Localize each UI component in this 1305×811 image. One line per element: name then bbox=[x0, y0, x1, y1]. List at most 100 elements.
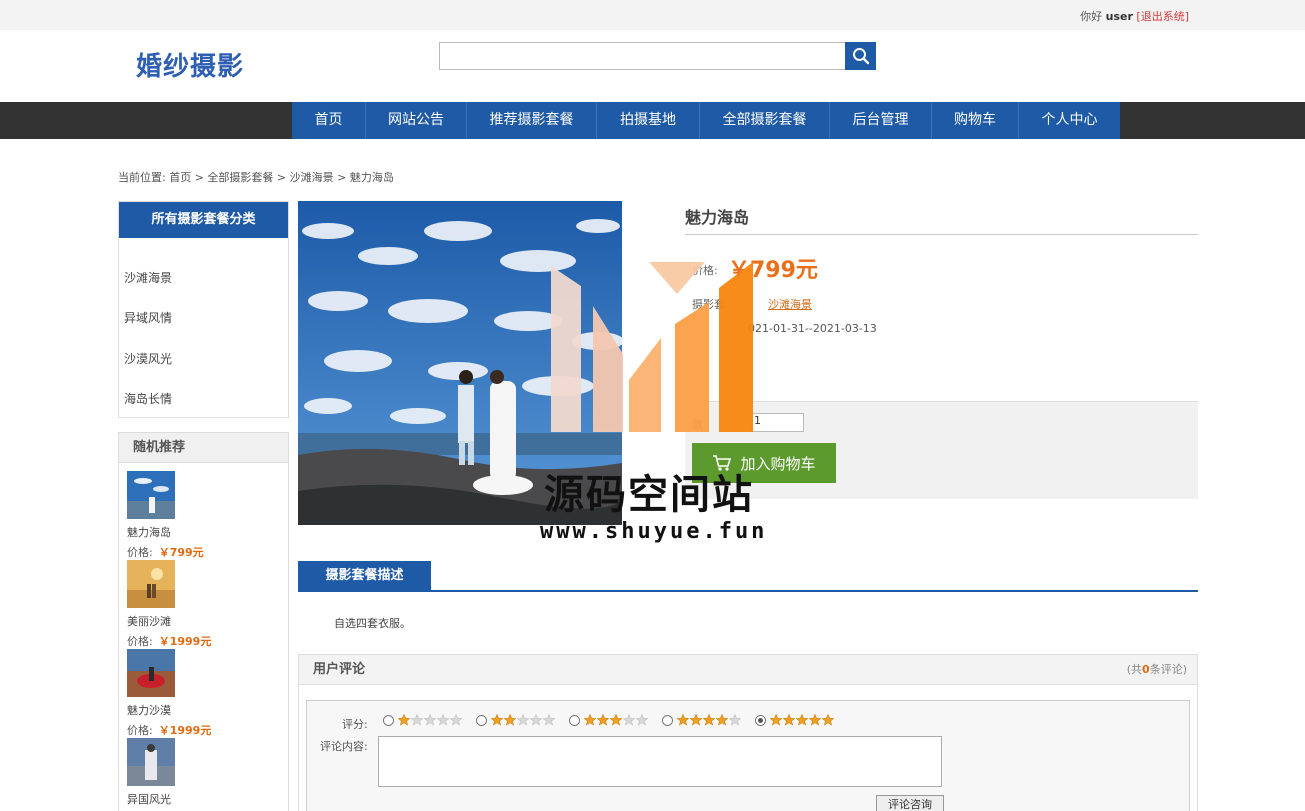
recommend-name[interactable]: 美丽沙滩 bbox=[127, 613, 211, 629]
star-empty-icon bbox=[623, 714, 635, 726]
site-logo[interactable]: 婚纱摄影 bbox=[136, 46, 244, 83]
star-empty-icon bbox=[530, 714, 542, 726]
star-empty-icon bbox=[437, 714, 449, 726]
search-icon bbox=[852, 48, 869, 65]
nav-locations[interactable]: 拍摄基地 bbox=[597, 102, 700, 139]
rating-radio[interactable] bbox=[476, 714, 487, 726]
recommend-name[interactable]: 异国风光 bbox=[127, 791, 175, 807]
logout-link[interactable]: [退出系统] bbox=[1136, 10, 1189, 23]
star-filled-icon bbox=[716, 714, 728, 726]
category-link[interactable]: 沙滩海景 bbox=[768, 296, 812, 312]
star-filled-icon bbox=[796, 714, 808, 726]
description-text: 自选四套衣服。 bbox=[334, 617, 411, 630]
stars-1 bbox=[398, 714, 462, 726]
watermark-url: www.shuyue.fun bbox=[540, 519, 768, 544]
search-button[interactable] bbox=[845, 42, 876, 70]
recommend-name[interactable]: 魅力沙漠 bbox=[127, 702, 211, 718]
star-filled-icon bbox=[584, 714, 596, 726]
rating-option-4[interactable] bbox=[662, 714, 741, 726]
rating-option-1[interactable] bbox=[383, 714, 462, 726]
package-thumbnail[interactable] bbox=[127, 649, 175, 697]
recommend-price: 价格: ￥1999元 bbox=[127, 633, 211, 649]
star-filled-icon bbox=[690, 714, 702, 726]
category-panel-title: 所有摄影套餐分类 bbox=[119, 202, 288, 238]
star-filled-icon bbox=[809, 714, 821, 726]
rating-radio[interactable] bbox=[662, 714, 673, 726]
star-filled-icon bbox=[783, 714, 795, 726]
greeting-text: 你好 bbox=[1080, 10, 1103, 23]
submit-review-button[interactable]: 评论咨询 bbox=[876, 795, 944, 811]
star-empty-icon bbox=[517, 714, 529, 726]
star-empty-icon bbox=[543, 714, 555, 726]
star-empty-icon bbox=[450, 714, 462, 726]
package-thumbnail[interactable] bbox=[127, 738, 175, 786]
package-thumbnail[interactable] bbox=[127, 471, 175, 519]
star-empty-icon bbox=[411, 714, 423, 726]
user-greeting: 你好 user [退出系统] bbox=[1080, 8, 1189, 24]
nav-home[interactable]: 首页 bbox=[292, 102, 366, 139]
main-nav-bar: 首页 网站公告 推荐摄影套餐 拍摄基地 全部摄影套餐 后台管理 购物车 个人中心 bbox=[0, 102, 1305, 139]
rating-label: 评分: bbox=[342, 718, 368, 731]
recommend-item[interactable]: 魅力沙漠 价格: ￥1999元 bbox=[127, 649, 211, 738]
rating-radio[interactable] bbox=[569, 714, 580, 726]
price-value: ￥1999元 bbox=[158, 635, 212, 648]
recommend-item[interactable]: 美丽沙滩 价格: ￥1999元 bbox=[127, 560, 211, 649]
recommend-panel: 随机推荐 魅力海岛 价格: ￥799元 美丽沙滩 价格: ￥1999元 魅力沙漠 价… bbox=[118, 432, 289, 811]
review-count: (共0条评论) bbox=[1127, 655, 1187, 685]
nav-user-center[interactable]: 个人中心 bbox=[1019, 102, 1120, 139]
breadcrumb: 当前位置: 首页 > 全部摄影套餐 > 沙滩海景 > 魅力海岛 bbox=[118, 171, 394, 184]
category-item[interactable]: 沙漠风光 bbox=[124, 350, 172, 367]
rating-option-5[interactable] bbox=[755, 714, 834, 726]
product-title: 魅力海岛 bbox=[685, 208, 750, 227]
watermark-logo bbox=[551, 262, 753, 432]
rating-option-2[interactable] bbox=[476, 714, 555, 726]
star-empty-icon bbox=[729, 714, 741, 726]
recommend-price: 价格: ￥799元 bbox=[127, 544, 204, 560]
rating-option-3[interactable] bbox=[569, 714, 648, 726]
star-filled-icon bbox=[610, 714, 622, 726]
stars-5 bbox=[770, 714, 834, 726]
stars-4 bbox=[677, 714, 741, 726]
star-empty-icon bbox=[424, 714, 436, 726]
tab-description[interactable]: 摄影套餐描述 bbox=[298, 561, 431, 591]
count-suffix: 条评论) bbox=[1149, 663, 1187, 676]
category-item[interactable]: 异域风情 bbox=[124, 309, 172, 326]
stars-3 bbox=[584, 714, 648, 726]
nav-all-packages[interactable]: 全部摄影套餐 bbox=[700, 102, 830, 139]
star-empty-icon bbox=[636, 714, 648, 726]
category-item[interactable]: 沙滩海景 bbox=[124, 269, 172, 286]
rating-radio[interactable] bbox=[383, 714, 394, 726]
recommend-price: 价格: ￥1999元 bbox=[127, 722, 211, 738]
description-tabbar bbox=[298, 561, 1198, 592]
package-thumbnail[interactable] bbox=[127, 560, 175, 608]
recommend-item[interactable]: 魅力海岛 价格: ￥799元 bbox=[127, 471, 204, 560]
recommend-item[interactable]: 异国风光 bbox=[127, 738, 175, 807]
star-filled-icon bbox=[597, 714, 609, 726]
price-label: 价格: bbox=[127, 724, 153, 737]
count-prefix: (共 bbox=[1126, 663, 1143, 676]
recommend-panel-title: 随机推荐 bbox=[119, 433, 288, 463]
star-filled-icon bbox=[398, 714, 410, 726]
divider bbox=[685, 234, 1198, 235]
review-title: 用户评论 bbox=[313, 662, 366, 677]
nav-announcements[interactable]: 网站公告 bbox=[366, 102, 467, 139]
price-value: ￥1999元 bbox=[158, 724, 212, 737]
recommend-name[interactable]: 魅力海岛 bbox=[127, 524, 204, 540]
category-panel: 所有摄影套餐分类 沙滩海景 异域风情 沙漠风光 海岛长情 bbox=[118, 201, 289, 418]
rating-radio[interactable] bbox=[755, 714, 766, 726]
price-label: 价格: bbox=[127, 546, 153, 559]
nav-cart[interactable]: 购物车 bbox=[932, 102, 1019, 139]
nav-recommended[interactable]: 推荐摄影套餐 bbox=[467, 102, 597, 139]
watermark-text: 源码空间站 bbox=[544, 471, 754, 518]
star-filled-icon bbox=[491, 714, 503, 726]
quantity-input[interactable]: 1 bbox=[750, 413, 804, 432]
star-filled-icon bbox=[822, 714, 834, 726]
price-value: ￥799元 bbox=[158, 546, 204, 559]
nav-admin[interactable]: 后台管理 bbox=[830, 102, 932, 139]
search-input[interactable] bbox=[439, 42, 846, 70]
review-content-label: 评论内容: bbox=[320, 740, 368, 753]
category-item[interactable]: 海岛长情 bbox=[124, 390, 172, 407]
count-number: 0 bbox=[1142, 663, 1150, 676]
review-content-textarea[interactable] bbox=[378, 736, 942, 787]
top-bar: 你好 user [退出系统] bbox=[0, 0, 1305, 30]
